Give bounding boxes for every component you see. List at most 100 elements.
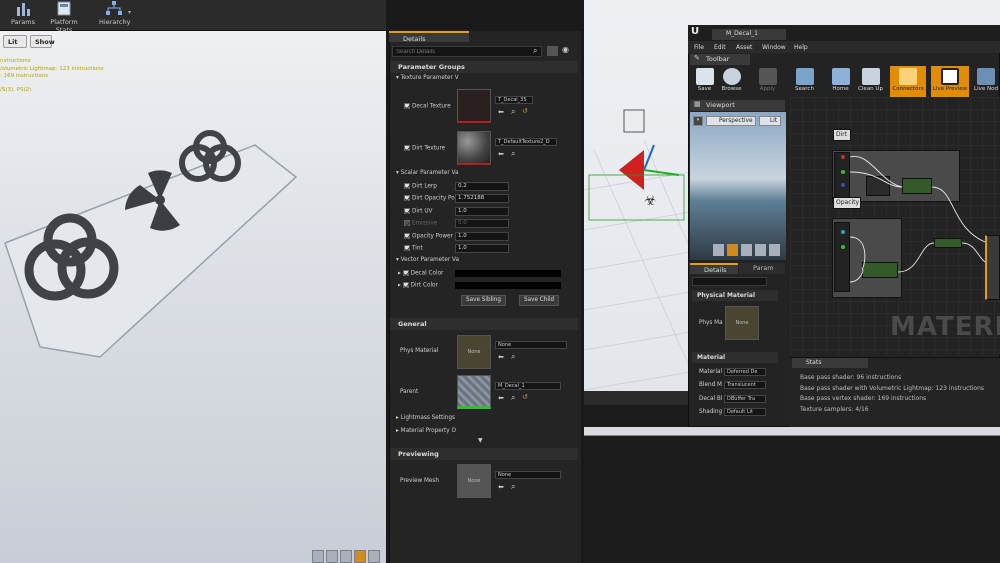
arrow-left-icon[interactable]: ⬅: [498, 108, 504, 116]
preview-cube-icon[interactable]: [755, 244, 766, 256]
lit-mode-button[interactable]: Lit: [3, 35, 27, 48]
eye-icon[interactable]: ◉: [562, 45, 569, 54]
save-child-button[interactable]: Save Child: [519, 295, 560, 306]
decal-color-swatch[interactable]: [455, 270, 561, 277]
params-button[interactable]: Params: [10, 1, 36, 26]
scalar-param-row[interactable]: Emissive: [404, 220, 437, 227]
material-domain-dropdown[interactable]: Deferred De: [724, 368, 766, 376]
previewing-section[interactable]: Previewing: [390, 448, 578, 460]
me-params-tab[interactable]: Param: [739, 263, 785, 274]
arrow-left-icon[interactable]: ⬅: [498, 150, 504, 158]
preview-plane-icon[interactable]: [741, 244, 752, 256]
scalar-param-row[interactable]: Dirt UV: [404, 208, 432, 215]
lightmass-settings-row[interactable]: ▸ Lightmass Settings: [396, 415, 455, 421]
me-search-input[interactable]: [692, 277, 767, 286]
connectors-tool-button[interactable]: Connectors: [890, 66, 926, 98]
browse-icon[interactable]: ⌕: [511, 482, 515, 492]
scalar-param-row[interactable]: Opacity Power: [404, 233, 453, 240]
texture-parameter-group[interactable]: ▾ Texture Parameter V: [396, 75, 459, 81]
details-tab[interactable]: Details: [389, 31, 469, 43]
parent-dropdown[interactable]: M_Decal_1: [495, 382, 561, 390]
save-tool-button[interactable]: Save: [690, 66, 719, 98]
menu-help[interactable]: Help: [794, 44, 808, 51]
dirt-texture-thumbnail[interactable]: [457, 131, 491, 165]
arrow-left-icon[interactable]: ⬅: [498, 483, 504, 491]
scalar-param-row[interactable]: Dirt Lerp: [404, 183, 437, 190]
physical-material-section[interactable]: Physical Material: [692, 290, 778, 301]
viewport-option-icon[interactable]: [354, 550, 366, 563]
scalar-value-field[interactable]: 1.0: [455, 207, 509, 216]
menu-asset[interactable]: Asset: [736, 44, 752, 51]
checkbox-checked[interactable]: [404, 233, 410, 239]
show-button[interactable]: Show: [30, 35, 55, 48]
home-tool-button[interactable]: Home: [826, 66, 855, 98]
decal-texture-dropdown[interactable]: T_Decal_35: [495, 96, 533, 104]
arrow-left-icon[interactable]: ⬅: [498, 394, 504, 402]
me-phys-material-thumbnail[interactable]: None: [725, 306, 759, 340]
viewport-option-icon[interactable]: [340, 550, 352, 563]
checkbox-checked[interactable]: [404, 195, 410, 201]
viewport-option-icon[interactable]: [326, 550, 338, 563]
phys-material-thumbnail[interactable]: None: [457, 335, 491, 369]
platform-stats-button[interactable]: Platform Stats: [42, 1, 86, 34]
preview-cylinder-icon[interactable]: [713, 244, 724, 256]
parameter-groups-section[interactable]: Parameter Groups: [390, 61, 578, 73]
checkbox-checked[interactable]: [404, 103, 410, 109]
scalar-value-field[interactable]: 1.0: [455, 244, 509, 253]
hierarchy-dropdown-arrow-icon[interactable]: ▾: [128, 9, 131, 16]
viewport-option-icon[interactable]: [368, 550, 380, 563]
dirt-texture-dropdown[interactable]: T_DefaultTexture2_D: [495, 138, 557, 146]
shading-model-dropdown[interactable]: Default Lit: [724, 408, 766, 416]
scalar-value-field[interactable]: 0.2: [455, 182, 509, 191]
viewport-option-icon[interactable]: [312, 550, 324, 563]
menu-edit[interactable]: Edit: [714, 44, 726, 51]
checkbox-checked[interactable]: [404, 145, 410, 151]
viewport-tab[interactable]: Viewport: [690, 100, 785, 111]
checkbox-checked[interactable]: [404, 183, 410, 189]
dirt-texture-row[interactable]: Dirt Texture: [404, 145, 445, 152]
stats-tab[interactable]: Stats: [792, 358, 868, 368]
scalar-param-row[interactable]: Tint: [404, 245, 423, 252]
phys-material-dropdown[interactable]: None: [495, 341, 567, 349]
menu-file[interactable]: File: [694, 44, 704, 51]
browse-tool-button[interactable]: Browse: [717, 66, 746, 98]
live-nodes-tool-button[interactable]: Live Nod: [972, 66, 1000, 98]
decal-color-row[interactable]: ▸ Decal Color: [398, 270, 443, 277]
general-section[interactable]: General: [390, 318, 578, 330]
scalar-parameter-group[interactable]: ▾ Scalar Parameter Va: [396, 170, 458, 176]
search-tool-button[interactable]: Search: [790, 66, 819, 98]
checkbox-checked[interactable]: [404, 208, 410, 214]
menu-window[interactable]: Window: [762, 44, 786, 51]
scalar-param-row[interactable]: Dirt Opacity Po: [404, 195, 455, 202]
scalar-value-field[interactable]: 0.0: [455, 219, 509, 228]
material-property-row[interactable]: ▸ Material Property O: [396, 428, 456, 434]
me-details-tab[interactable]: Details: [690, 263, 738, 274]
checkbox-checked[interactable]: [404, 245, 410, 251]
arrow-left-icon[interactable]: ⬅: [498, 353, 504, 361]
checkbox-checked[interactable]: [402, 270, 409, 276]
decal-blend-dropdown[interactable]: DBuffer Tra: [724, 395, 766, 403]
dirt-color-swatch[interactable]: [455, 282, 561, 289]
preview-mesh-thumbnail[interactable]: None: [457, 464, 491, 498]
search-icon[interactable]: ⌕: [533, 46, 537, 56]
me-lit-button[interactable]: Lit: [759, 116, 781, 126]
grid-view-icon[interactable]: [547, 46, 558, 56]
preview-mesh-icon[interactable]: [769, 244, 780, 256]
browse-icon[interactable]: ⌕: [511, 107, 515, 117]
clean-up-tool-button[interactable]: Clean Up: [856, 66, 885, 98]
details-search-input[interactable]: [392, 46, 542, 57]
viewport-menu-icon[interactable]: ▾: [693, 116, 703, 126]
material-preview-viewport[interactable]: [690, 112, 786, 260]
preview-sphere-icon[interactable]: [727, 244, 738, 256]
browse-icon[interactable]: ⌕: [511, 352, 515, 362]
hierarchy-button[interactable]: Hierarchy: [99, 1, 130, 26]
perspective-button[interactable]: Perspective: [706, 116, 756, 126]
reset-icon[interactable]: ↺: [522, 393, 528, 401]
save-sibling-button[interactable]: Save Sibling: [461, 295, 506, 306]
browse-icon[interactable]: ⌕: [511, 149, 515, 159]
material-tab[interactable]: M_Decal_1: [712, 29, 786, 40]
apply-tool-button[interactable]: Apply: [753, 66, 782, 98]
blend-mode-dropdown[interactable]: Translucent: [724, 381, 766, 389]
browse-icon[interactable]: ⌕: [511, 393, 515, 403]
preview-mesh-dropdown[interactable]: None: [495, 471, 561, 479]
